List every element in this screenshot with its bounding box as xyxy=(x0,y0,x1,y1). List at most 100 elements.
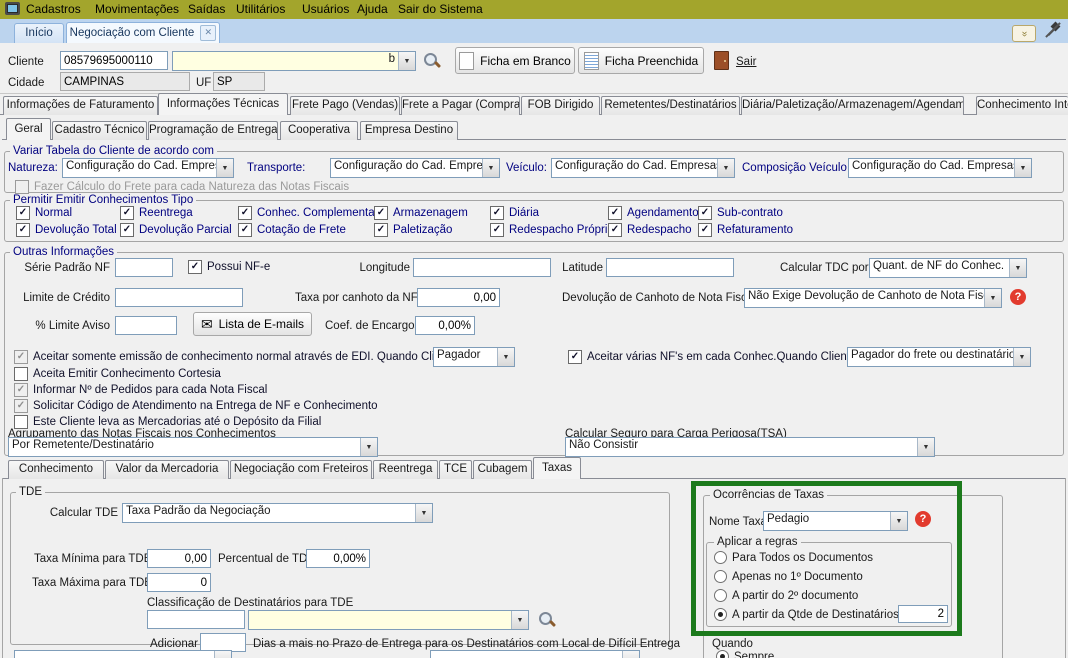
dropdown-arrow-icon[interactable]: ▼ xyxy=(398,52,415,70)
checkbox-deposito-filial[interactable]: Este Cliente leva as Mercadorias até o D… xyxy=(14,415,321,429)
lowertab-negociacao-freteiros[interactable]: Negociação com Freteiros xyxy=(230,460,372,479)
composicao-veiculo-combo[interactable]: Configuração do Cad. Empresas ▼ xyxy=(848,158,1032,178)
cliente-code-input[interactable] xyxy=(60,51,168,70)
dropdown-arrow-icon[interactable]: ▼ xyxy=(1009,259,1026,277)
latitude-input[interactable] xyxy=(606,258,734,277)
checkbox-frete-natureza[interactable]: Fazer Cálculo do Frete para cada Naturez… xyxy=(15,180,349,194)
lista-emails-button[interactable]: ✉ Lista de E-mails xyxy=(193,312,312,336)
dropdown-arrow-icon[interactable]: ▼ xyxy=(497,348,514,366)
tab-list-chevron-button[interactable]: » xyxy=(1012,25,1036,42)
subtab-cooperativa[interactable]: Cooperativa xyxy=(280,121,358,140)
clipped-bottom-combo-mid[interactable]: ▼ xyxy=(430,650,640,658)
percentual-tde-input[interactable] xyxy=(306,549,370,568)
clipped-bottom-combo-left[interactable]: ▼ xyxy=(14,650,232,658)
lowertab-reentrega[interactable]: Reentrega xyxy=(373,460,438,479)
lowertab-tce[interactable]: TCE xyxy=(439,460,472,479)
lowertab-cubagem[interactable]: Cubagem xyxy=(473,460,532,479)
doc-tab-inicio[interactable]: Início xyxy=(14,23,64,43)
menu-cadastros[interactable]: Cadastros xyxy=(26,2,81,16)
checkbox-sub-contrato[interactable]: ✓ Sub-contrato xyxy=(698,206,783,220)
checkbox-redespacho-proprio[interactable]: ✓ Redespacho Próprio xyxy=(490,223,614,237)
checkbox-refaturamento[interactable]: ✓ Refaturamento xyxy=(698,223,793,237)
calcular-tde-combo[interactable]: Taxa Padrão da Negociação ▼ xyxy=(122,503,433,523)
checkbox-paletizacao[interactable]: ✓ Paletização xyxy=(374,223,452,237)
tab-diaria-paletizacao[interactable]: Diária/Paletização/Armazenagem/Agendamen… xyxy=(741,96,964,115)
checkbox-varias-nf[interactable]: ✓ Aceitar várias NF's em cada Conhec.Quan… xyxy=(568,350,873,364)
checkbox-reentrega[interactable]: ✓ Reentrega xyxy=(120,206,193,220)
tab-informacoes-tecnicas[interactable]: Informações Técnicas xyxy=(158,93,288,115)
veiculo-combo[interactable]: Configuração do Cad. Empresas ▼ xyxy=(551,158,735,178)
exit-door-icon[interactable] xyxy=(714,51,729,70)
dropdown-arrow-icon[interactable]: ▼ xyxy=(890,512,907,530)
help-icon-taxa[interactable]: ? xyxy=(915,511,931,527)
tab-informacoes-faturamento[interactable]: Informações de Faturamento xyxy=(3,96,158,115)
dropdown-arrow-icon[interactable]: ▼ xyxy=(622,651,639,658)
dropdown-arrow-icon[interactable]: ▼ xyxy=(482,159,499,177)
cidade-input[interactable] xyxy=(60,72,190,91)
menu-saidas[interactable]: Saídas xyxy=(188,2,225,16)
menu-movimentacoes[interactable]: Movimentações xyxy=(95,2,179,16)
subtab-programacao-entrega[interactable]: Programação de Entrega xyxy=(148,121,278,140)
dropdown-arrow-icon[interactable]: ▼ xyxy=(415,504,432,522)
natureza-combo[interactable]: Configuração do Cad. Empresas▼ xyxy=(62,158,234,178)
dropdown-arrow-icon[interactable]: ▼ xyxy=(917,438,934,456)
dropdown-arrow-icon[interactable]: ▼ xyxy=(511,611,528,629)
agrupamento-combo[interactable]: Por Remetente/Destinatário ▼ xyxy=(8,437,378,457)
tab-frete-a-pagar[interactable]: Frete a Pagar (Compras) xyxy=(401,96,520,115)
dropdown-arrow-icon[interactable]: ▼ xyxy=(214,651,231,658)
dropdown-arrow-icon[interactable]: ▼ xyxy=(216,159,233,177)
dropdown-arrow-icon[interactable]: ▼ xyxy=(1014,159,1031,177)
menu-ajuda[interactable]: Ajuda xyxy=(357,2,388,16)
dropdown-arrow-icon[interactable]: ▼ xyxy=(984,289,1001,307)
lowertab-valor-mercadoria[interactable]: Valor da Mercadoria xyxy=(105,460,229,479)
longitude-input[interactable] xyxy=(413,258,551,277)
uf-input[interactable] xyxy=(213,72,265,91)
menu-utilitarios[interactable]: Utilitários xyxy=(236,2,285,16)
limite-credito-input[interactable] xyxy=(115,288,243,307)
lowertab-taxas[interactable]: Taxas xyxy=(533,457,581,479)
checkbox-agendamento[interactable]: ✓ Agendamento xyxy=(608,206,699,220)
dropdown-arrow-icon[interactable]: ▼ xyxy=(1013,348,1030,366)
taxa-maxima-tde-input[interactable] xyxy=(147,573,211,592)
lowertab-conhecimento[interactable]: Conhecimento xyxy=(8,460,104,479)
radio-todos-documentos[interactable]: Para Todos os Documentos xyxy=(714,551,873,564)
tab-fob-dirigido[interactable]: FOB Dirigido xyxy=(521,96,600,115)
radio-a-partir-segundo[interactable]: A partir do 2º documento xyxy=(714,589,858,602)
checkbox-possui-nfe[interactable]: ✓ Possui NF-e xyxy=(188,260,270,274)
subtab-geral[interactable]: Geral xyxy=(6,118,51,140)
subtab-cadastro-tecnico[interactable]: Cadastro Técnico xyxy=(52,121,147,140)
limite-aviso-input[interactable] xyxy=(115,316,177,335)
tab-conhecimento-inter[interactable]: Conhecimento Inter xyxy=(976,96,1068,115)
checkbox-pedidos[interactable]: ✓ Informar Nº de Pedidos para cada Nota F… xyxy=(14,383,267,397)
menu-usuarios[interactable]: Usuários xyxy=(302,2,349,16)
serie-padrao-nf-input[interactable] xyxy=(115,258,173,277)
checkbox-edi[interactable]: ✓ Aceitar somente emissão de conhecimento… xyxy=(14,350,473,364)
sair-button[interactable]: Sair xyxy=(736,56,756,68)
close-tab-icon[interactable]: ✕ xyxy=(200,25,217,41)
classificacao-codigo-input[interactable] xyxy=(147,610,245,629)
checkbox-cortesia[interactable]: Aceita Emitir Conhecimento Cortesia xyxy=(14,367,221,381)
coef-encargos-input[interactable] xyxy=(415,316,475,335)
dropdown-arrow-icon[interactable]: ▼ xyxy=(717,159,734,177)
checkbox-normal[interactable]: ✓ Normal xyxy=(16,206,72,220)
menu-sair-sistema[interactable]: Sair do Sistema xyxy=(398,2,483,16)
doc-tab-negociacao[interactable]: Negociação com Cliente ✕ xyxy=(66,22,220,43)
dropdown-arrow-icon[interactable]: ▼ xyxy=(360,438,377,456)
search-client-icon[interactable] xyxy=(423,52,442,69)
checkbox-conhec-complementar[interactable]: ✓ Conhec. Complementar xyxy=(238,206,378,220)
checkbox-cotacao-frete[interactable]: ✓ Cotação de Frete xyxy=(238,223,346,237)
subtab-empresa-destino[interactable]: Empresa Destino xyxy=(360,121,458,140)
classificacao-destinatarios-combo[interactable]: ▼ xyxy=(248,610,529,630)
unpin-icon[interactable] xyxy=(1044,21,1061,38)
cliente-name-combo[interactable]: b ▼ xyxy=(172,51,416,71)
qtde-destinatarios-input[interactable] xyxy=(898,605,948,623)
checkbox-armazenagem[interactable]: ✓ Armazenagem xyxy=(374,206,468,220)
help-icon[interactable]: ? xyxy=(1010,289,1026,305)
checkbox-diaria[interactable]: ✓ Diária xyxy=(490,206,539,220)
edi-pagador-combo[interactable]: Pagador ▼ xyxy=(433,347,515,367)
search-classificacao-icon[interactable] xyxy=(538,611,557,628)
radio-sempre[interactable]: Sempre xyxy=(716,650,774,658)
taxa-minima-tde-input[interactable] xyxy=(147,549,211,568)
checkbox-redespacho[interactable]: ✓ Redespacho xyxy=(608,223,692,237)
tab-frete-pago[interactable]: Frete Pago (Vendas) xyxy=(290,96,400,115)
